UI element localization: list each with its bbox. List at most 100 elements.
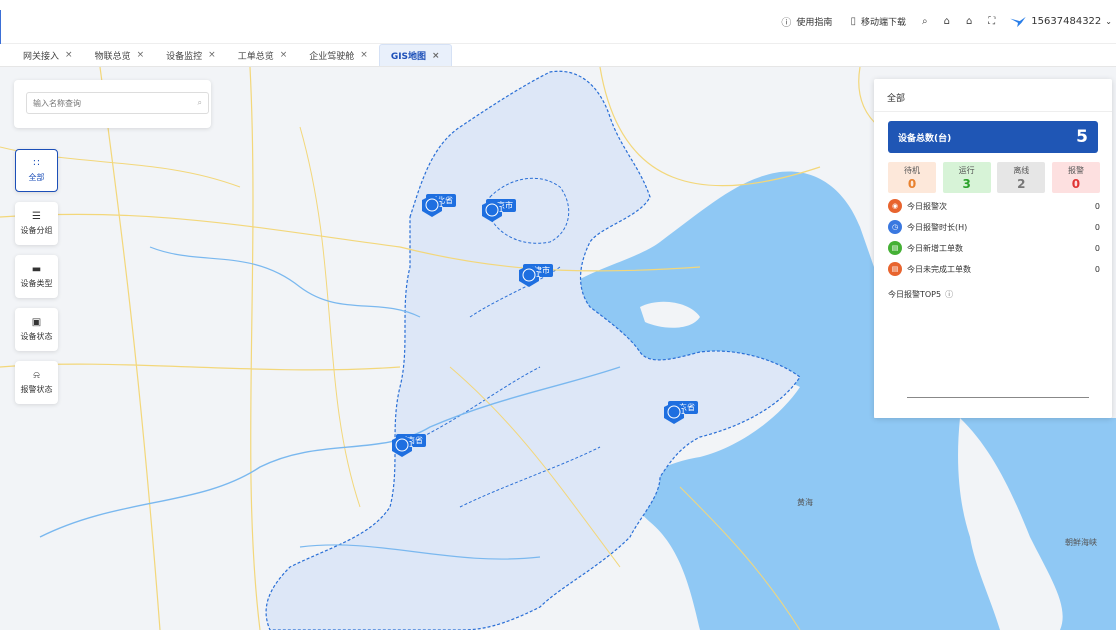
fullscreen-icon[interactable]: ⛶ [988, 16, 995, 27]
stat-value: 0 [1094, 264, 1100, 274]
map-marker-beijing[interactable]: 1 北京市 [481, 199, 521, 222]
search-card: ⌕ [14, 80, 211, 128]
side-button-device-group[interactable]: ☰ 设备分组 [15, 202, 58, 245]
device-total-card: 设备总数(台) 5 [888, 121, 1098, 153]
status-label: 报警 [1067, 165, 1084, 175]
device-total-label: 设备总数(台) [898, 133, 952, 144]
side-button-label: 报警状态 [20, 385, 53, 394]
status-label: 待机 [904, 165, 920, 175]
marker-count: 1 [680, 407, 686, 416]
username: 15637484322 [1031, 16, 1102, 27]
side-button-device-type[interactable]: ▬ 设备类型 [15, 255, 58, 298]
user-menu[interactable]: 15637484322 ⌄ [1009, 16, 1112, 28]
box-icon: ▬ [31, 264, 42, 275]
tab-work-order[interactable]: 工单总览 × [227, 44, 299, 66]
stat-value: 0 [1094, 243, 1100, 253]
close-icon[interactable]: × [65, 50, 73, 60]
stat-label: 今日报警时长(H) [907, 222, 968, 232]
tab-bar: 网关接入 × 物联总览 × 设备监控 × 工单总览 × 企业驾驶舱 × GIS地图 × [0, 44, 1116, 67]
add-order-icon: ▤ [888, 241, 902, 255]
map-marker-hebei[interactable]: 1 河北省 [421, 194, 461, 217]
app-root: ⓘ 使用指南 ▯ 移动端下载 ⌕ ⌂ ⌂ ⛶ 15637484322 ⌄ 网关接… [0, 0, 1116, 630]
side-button-all[interactable]: ∷ 全部 [15, 149, 58, 192]
top-bar: ⓘ 使用指南 ▯ 移动端下载 ⌕ ⌂ ⌂ ⛶ 15637484322 ⌄ [0, 0, 1116, 44]
shirt-icon[interactable]: ⌂ [944, 16, 950, 27]
stat-new-orders: ▤ 今日新增工单数 0 [888, 239, 1100, 257]
bell-icon[interactable]: ⌂ [966, 16, 972, 27]
side-button-device-status[interactable]: ▣ 设备状态 [15, 308, 58, 351]
close-icon[interactable]: × [208, 50, 216, 60]
device-total-value: 5 [1076, 127, 1088, 147]
pending-order-icon: ▤ [888, 262, 902, 276]
tab-label: 设备监控 [166, 51, 203, 62]
tab-label: 物联总览 [94, 51, 131, 62]
search-icon[interactable]: ⌕ [922, 16, 928, 27]
tab-device-monitor[interactable]: 设备监控 × [155, 44, 227, 66]
panel-title: 全部 [874, 79, 1112, 112]
tab-label: GIS地图 [390, 52, 427, 62]
stat-value: 0 [1094, 222, 1100, 232]
status-alarm[interactable]: 报警 0 [1051, 162, 1100, 193]
grid-icon: ∷ [33, 158, 40, 169]
phone-icon: ▯ [850, 16, 856, 27]
layers-icon: ☰ [32, 211, 41, 222]
status-label: 运行 [958, 165, 975, 175]
search-icon[interactable]: ⌕ [198, 98, 202, 108]
side-button-label: 设备类型 [20, 279, 53, 288]
close-icon[interactable]: × [137, 50, 145, 60]
status-value: 3 [962, 176, 971, 191]
mobile-label: 移动端下载 [860, 18, 906, 28]
close-icon[interactable]: × [280, 50, 288, 60]
stat-value: 0 [1094, 201, 1100, 211]
status-offline[interactable]: 离线 2 [997, 162, 1046, 193]
side-button-label: 全部 [28, 173, 45, 182]
top5-section-title: 今日报警TOP5 ⓘ [888, 289, 953, 300]
tab-gis-map[interactable]: GIS地图 × [378, 44, 452, 66]
map-marker-shandong[interactable]: 1 山东省 [663, 401, 703, 424]
stat-label: 今日新增工单数 [907, 243, 963, 253]
tab-iot-overview[interactable]: 物联总览 × [84, 44, 156, 66]
help-circle-icon: ⓘ [781, 18, 792, 29]
tab-gateway[interactable]: 网关接入 × [12, 44, 84, 66]
chart-icon: ▣ [31, 317, 42, 328]
close-icon[interactable]: × [360, 50, 368, 60]
alarm-icon: ◉ [888, 199, 902, 213]
mobile-download-link[interactable]: ▯ 移动端下载 [850, 15, 906, 28]
tab-cockpit[interactable]: 企业驾驶舱 × [298, 44, 379, 66]
status-row: 待机 0 运行 3 离线 2 报警 0 [888, 162, 1100, 193]
status-value: 2 [1017, 176, 1026, 191]
marker-count: 1 [408, 440, 414, 449]
guide-link[interactable]: ⓘ 使用指南 [781, 14, 832, 29]
top5-chart-axis [907, 397, 1089, 398]
tab-label: 工单总览 [237, 51, 274, 62]
map-marker-henan[interactable]: 1 河南省 [391, 434, 431, 457]
stat-label: 今日未完成工单数 [907, 264, 971, 274]
tab-label: 企业驾驶舱 [309, 51, 355, 62]
close-icon[interactable]: × [432, 51, 440, 61]
stats-panel: 全部 设备总数(台) 5 待机 0 运行 3 离线 2 报警 0 ◉ 今日报警次… [874, 79, 1112, 418]
status-running[interactable]: 运行 3 [942, 162, 991, 193]
chevron-down-icon: ⌄ [1105, 17, 1112, 26]
marker-count: 1 [498, 205, 504, 214]
status-standby[interactable]: 待机 0 [888, 162, 936, 193]
top5-label: 今日报警TOP5 [888, 290, 942, 299]
map-marker-tianjin[interactable]: 1 天津市 [518, 264, 558, 287]
side-button-label: 设备分组 [20, 226, 53, 235]
korea-strait-label: 朝鲜海峡 [1065, 538, 1097, 547]
stat-alarm-count: ◉ 今日报警次 0 [888, 197, 1100, 215]
side-button-alarm-status[interactable]: ⍾ 报警状态 [15, 361, 58, 404]
status-label: 离线 [1013, 165, 1030, 175]
marker-count: 1 [438, 200, 444, 209]
side-button-label: 设备状态 [20, 332, 53, 341]
info-icon[interactable]: ⓘ [945, 289, 953, 300]
guide-label: 使用指南 [796, 18, 833, 28]
marker-count: 1 [535, 270, 541, 279]
status-value: 0 [907, 176, 917, 191]
search-input[interactable] [33, 98, 173, 108]
stat-pending-orders: ▤ 今日未完成工单数 0 [888, 260, 1100, 278]
status-value: 0 [1071, 176, 1081, 191]
tab-label: 网关接入 [23, 51, 60, 62]
stat-label: 今日报警次 [907, 201, 947, 211]
bell-icon: ⍾ [33, 370, 40, 381]
search-box[interactable]: ⌕ [26, 92, 209, 114]
